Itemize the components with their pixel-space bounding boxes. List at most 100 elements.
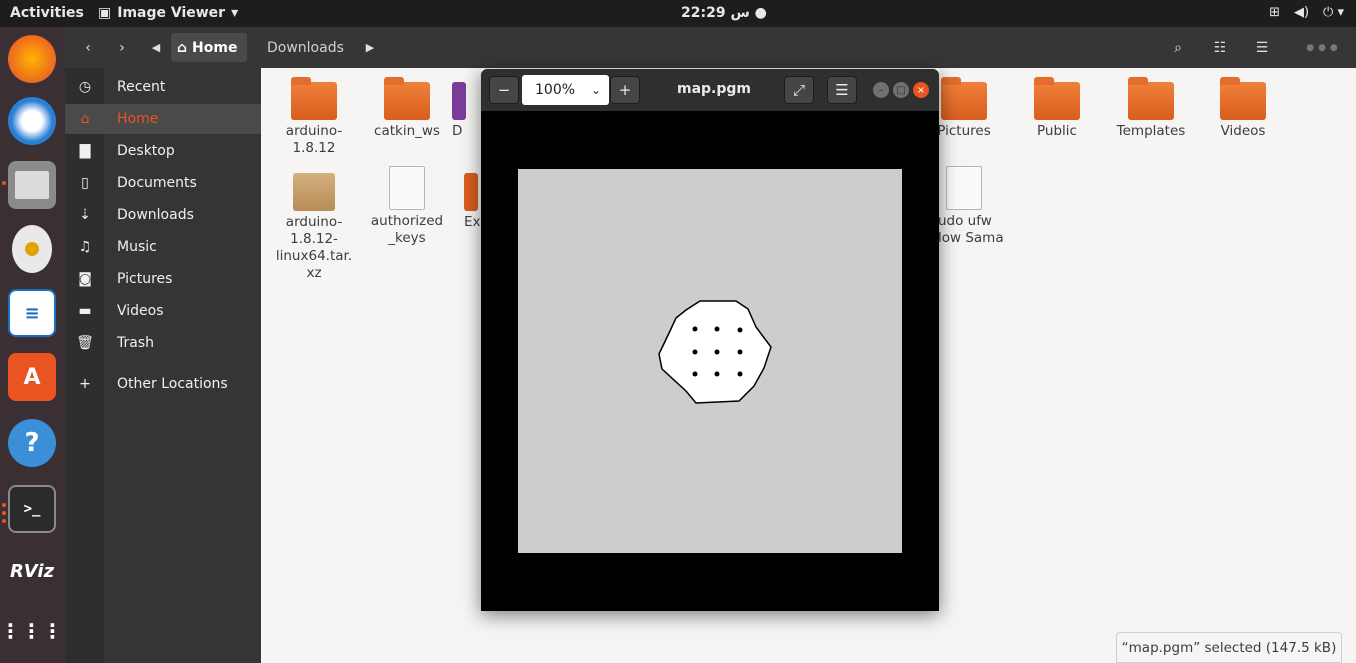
help-icon[interactable]: ?	[8, 419, 56, 467]
sidebar-item-music[interactable]: ♫ Music	[65, 232, 261, 262]
folder-icon	[464, 173, 478, 211]
camera-icon: ◙	[78, 271, 92, 287]
breadcrumb-downloads[interactable]: Downloads	[267, 33, 344, 62]
sidebar-item-label: Videos	[117, 303, 164, 319]
activities-button[interactable]: Activities	[10, 5, 84, 21]
places-sidebar: ◷ Recent ⌂ Home ▇ Desktop ▯ Documents ⇣ Downl…	[65, 68, 261, 663]
view-toggle-button[interactable]: ☷	[1206, 33, 1234, 62]
forward-button[interactable]: ›	[111, 33, 133, 62]
zoom-out-button[interactable]: −	[489, 76, 519, 104]
file-item[interactable]: D	[452, 82, 480, 140]
rviz-label: RViz	[9, 560, 55, 582]
hamburger-icon: ☰	[1255, 39, 1269, 56]
firefox-icon[interactable]	[8, 35, 56, 83]
maximize-icon[interactable]: □	[893, 82, 909, 98]
music-icon: ♫	[78, 239, 92, 255]
file-name: udo ufw low Sama	[938, 213, 1004, 246]
zoom-select[interactable]: 100% ⌄	[522, 75, 609, 105]
chevron-right-icon: ›	[119, 39, 125, 56]
rhythmbox-icon[interactable]	[12, 225, 52, 273]
image-canvas[interactable]	[481, 111, 939, 611]
image-viewer-icon: ▣	[98, 5, 112, 21]
files-icon[interactable]	[8, 161, 56, 209]
file-item[interactable]: authorized _keys	[359, 166, 455, 247]
file-name: D	[452, 123, 463, 139]
close-icon[interactable]: ●	[1330, 43, 1338, 53]
file-item[interactable]: Templates	[1103, 77, 1199, 140]
clock-icon: ◷	[78, 79, 92, 95]
file-name: catkin_ws	[374, 123, 440, 139]
file-item[interactable]: arduino- 1.8.12	[266, 77, 362, 157]
folder-icon	[384, 77, 430, 120]
file-name: arduino- 1.8.12- linux64.tar. xz	[275, 214, 353, 281]
sidebar-item-desktop[interactable]: ▇ Desktop	[65, 136, 261, 166]
minimize-icon[interactable]: –	[873, 82, 889, 98]
sidebar-item-label: Other Locations	[117, 376, 228, 392]
file-item[interactable]: udo ufw low Sama	[938, 166, 1018, 247]
viewer-headerbar: − 100% ⌄ + map.pgm ⤢ ☰ – □ ×	[481, 69, 939, 111]
menu-button[interactable]: ☰	[827, 76, 857, 104]
video-icon: ▬	[78, 303, 92, 319]
sidebar-item-home[interactable]: ⌂ Home	[65, 104, 261, 134]
terminal-icon[interactable]: >_	[8, 485, 56, 533]
volume-icon: ◀)	[1293, 5, 1310, 20]
menu-button[interactable]: ☰	[1248, 33, 1276, 62]
folder-icon	[452, 82, 466, 120]
sidebar-item-recent[interactable]: ◷ Recent	[65, 72, 261, 102]
templates-folder-icon	[1128, 77, 1174, 120]
power-icon: ⏻ ▾	[1323, 5, 1344, 20]
files-headerbar: ‹ › ◀ ⌂ Home Downloads ▶ ⌕ ☷ ☰ ● ● ●	[65, 27, 1356, 68]
clock-label: 22:29 س	[681, 5, 750, 21]
status-bar: “map.pgm” selected (147.5 kB)	[1116, 632, 1342, 663]
breadcrumb-downloads-label: Downloads	[267, 39, 344, 56]
file-item[interactable]: Videos	[1195, 77, 1291, 140]
breadcrumb-home[interactable]: ⌂ Home	[171, 33, 247, 62]
system-tray[interactable]: ⊞ ◀) ⏻ ▾	[1269, 5, 1344, 20]
sidebar-item-label: Pictures	[117, 271, 173, 287]
writer-icon[interactable]: ≡	[8, 289, 56, 337]
home-icon: ⌂	[177, 39, 188, 56]
path-scroll-right[interactable]: ▶	[363, 33, 377, 62]
sidebar-item-label: Music	[117, 239, 157, 255]
show-apps-icon[interactable]: ⋮⋮⋮	[1, 607, 63, 655]
software-icon[interactable]: A	[8, 353, 56, 401]
file-item[interactable]: Public	[1009, 77, 1105, 140]
folder-icon	[291, 77, 337, 120]
zoom-in-button[interactable]: +	[610, 76, 640, 104]
pictures-folder-icon	[941, 77, 987, 120]
sidebar-item-pictures[interactable]: ◙ Pictures	[65, 264, 261, 294]
hamburger-icon: ☰	[835, 81, 849, 99]
path-scroll-left[interactable]: ◀	[149, 33, 163, 62]
search-button[interactable]: ⌕	[1164, 33, 1192, 62]
sidebar-item-label: Home	[117, 111, 159, 127]
minimize-icon[interactable]: ●	[1306, 43, 1314, 53]
zoom-value: 100%	[535, 82, 576, 98]
sidebar-item-label: Trash	[117, 335, 154, 351]
file-name: Templates	[1116, 123, 1186, 139]
rviz-icon[interactable]: RViz	[8, 547, 56, 595]
breadcrumb-home-label: Home	[192, 39, 238, 56]
file-item[interactable]: catkin_ws	[359, 77, 455, 140]
document-icon: ▯	[81, 175, 89, 191]
app-menu[interactable]: ▣ Image Viewer ▾	[98, 5, 238, 21]
fullscreen-button[interactable]: ⤢	[784, 76, 814, 104]
sidebar-item-downloads[interactable]: ⇣ Downloads	[65, 200, 261, 230]
sidebar-item-label: Downloads	[117, 207, 194, 223]
sidebar-item-trash[interactable]: 🗑 Trash	[65, 328, 261, 358]
sidebar-item-other-locations[interactable]: + Other Locations	[65, 369, 261, 399]
thunderbird-icon[interactable]	[8, 97, 56, 145]
download-icon: ⇣	[79, 207, 91, 223]
sidebar-item-videos[interactable]: ▬ Videos	[65, 296, 261, 326]
text-file-icon	[389, 166, 425, 210]
map-image	[518, 169, 902, 553]
close-icon[interactable]: ×	[913, 82, 929, 98]
trash-icon: 🗑	[76, 335, 94, 351]
minus-icon: −	[497, 81, 511, 99]
sidebar-item-documents[interactable]: ▯ Documents	[65, 168, 261, 198]
back-button[interactable]: ‹	[77, 33, 99, 62]
window-controls[interactable]: ● ● ●	[1292, 33, 1352, 62]
maximize-icon[interactable]: ●	[1318, 43, 1326, 53]
window-title: map.pgm	[677, 81, 752, 97]
file-item[interactable]: arduino- 1.8.12- linux64.tar. xz	[266, 173, 362, 282]
clock[interactable]: 22:29 س ●	[681, 5, 767, 21]
